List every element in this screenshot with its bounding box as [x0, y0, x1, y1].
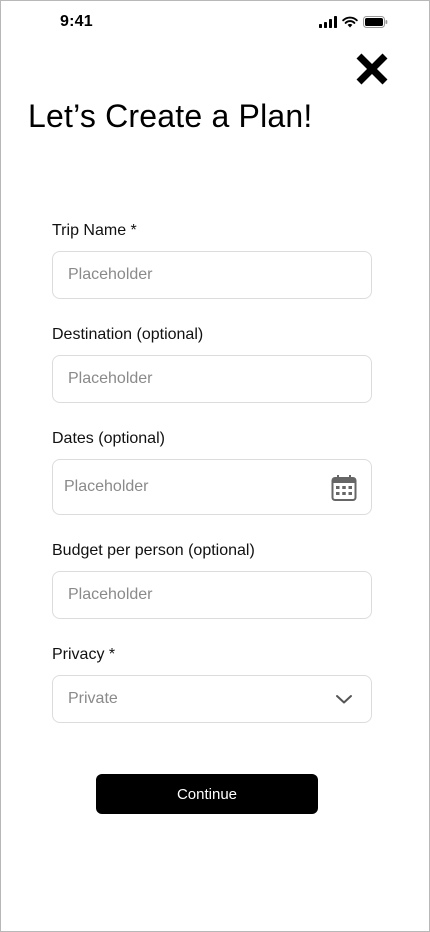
status-time: 9:41 [60, 13, 93, 30]
wifi-icon [342, 16, 358, 28]
continue-button[interactable]: Continue [96, 774, 318, 814]
close-icon [356, 53, 388, 85]
trip-name-input[interactable] [53, 252, 328, 298]
battery-icon [363, 16, 388, 28]
budget-label: Budget per person (optional) [52, 542, 255, 559]
chevron-down-icon [335, 692, 353, 704]
dates-input[interactable] [53, 460, 324, 514]
close-button[interactable] [355, 53, 389, 85]
dates-label: Dates (optional) [52, 430, 165, 447]
budget-input[interactable] [53, 572, 328, 618]
dates-field [52, 459, 372, 515]
budget-field [52, 571, 372, 619]
page-title: Let’s Create a Plan! [28, 98, 313, 134]
status-bar: 9:41 [0, 0, 430, 44]
destination-field [52, 355, 372, 403]
trip-name-label: Trip Name * [52, 222, 137, 239]
calendar-icon[interactable] [331, 474, 357, 502]
trip-name-field [52, 251, 372, 299]
destination-label: Destination (optional) [52, 326, 204, 343]
signal-icon [319, 16, 337, 28]
destination-input[interactable] [53, 356, 328, 402]
status-icons [319, 16, 388, 28]
privacy-selected-value: Private [68, 690, 118, 707]
privacy-label: Privacy * [52, 646, 116, 663]
privacy-select[interactable]: Private [52, 675, 372, 723]
